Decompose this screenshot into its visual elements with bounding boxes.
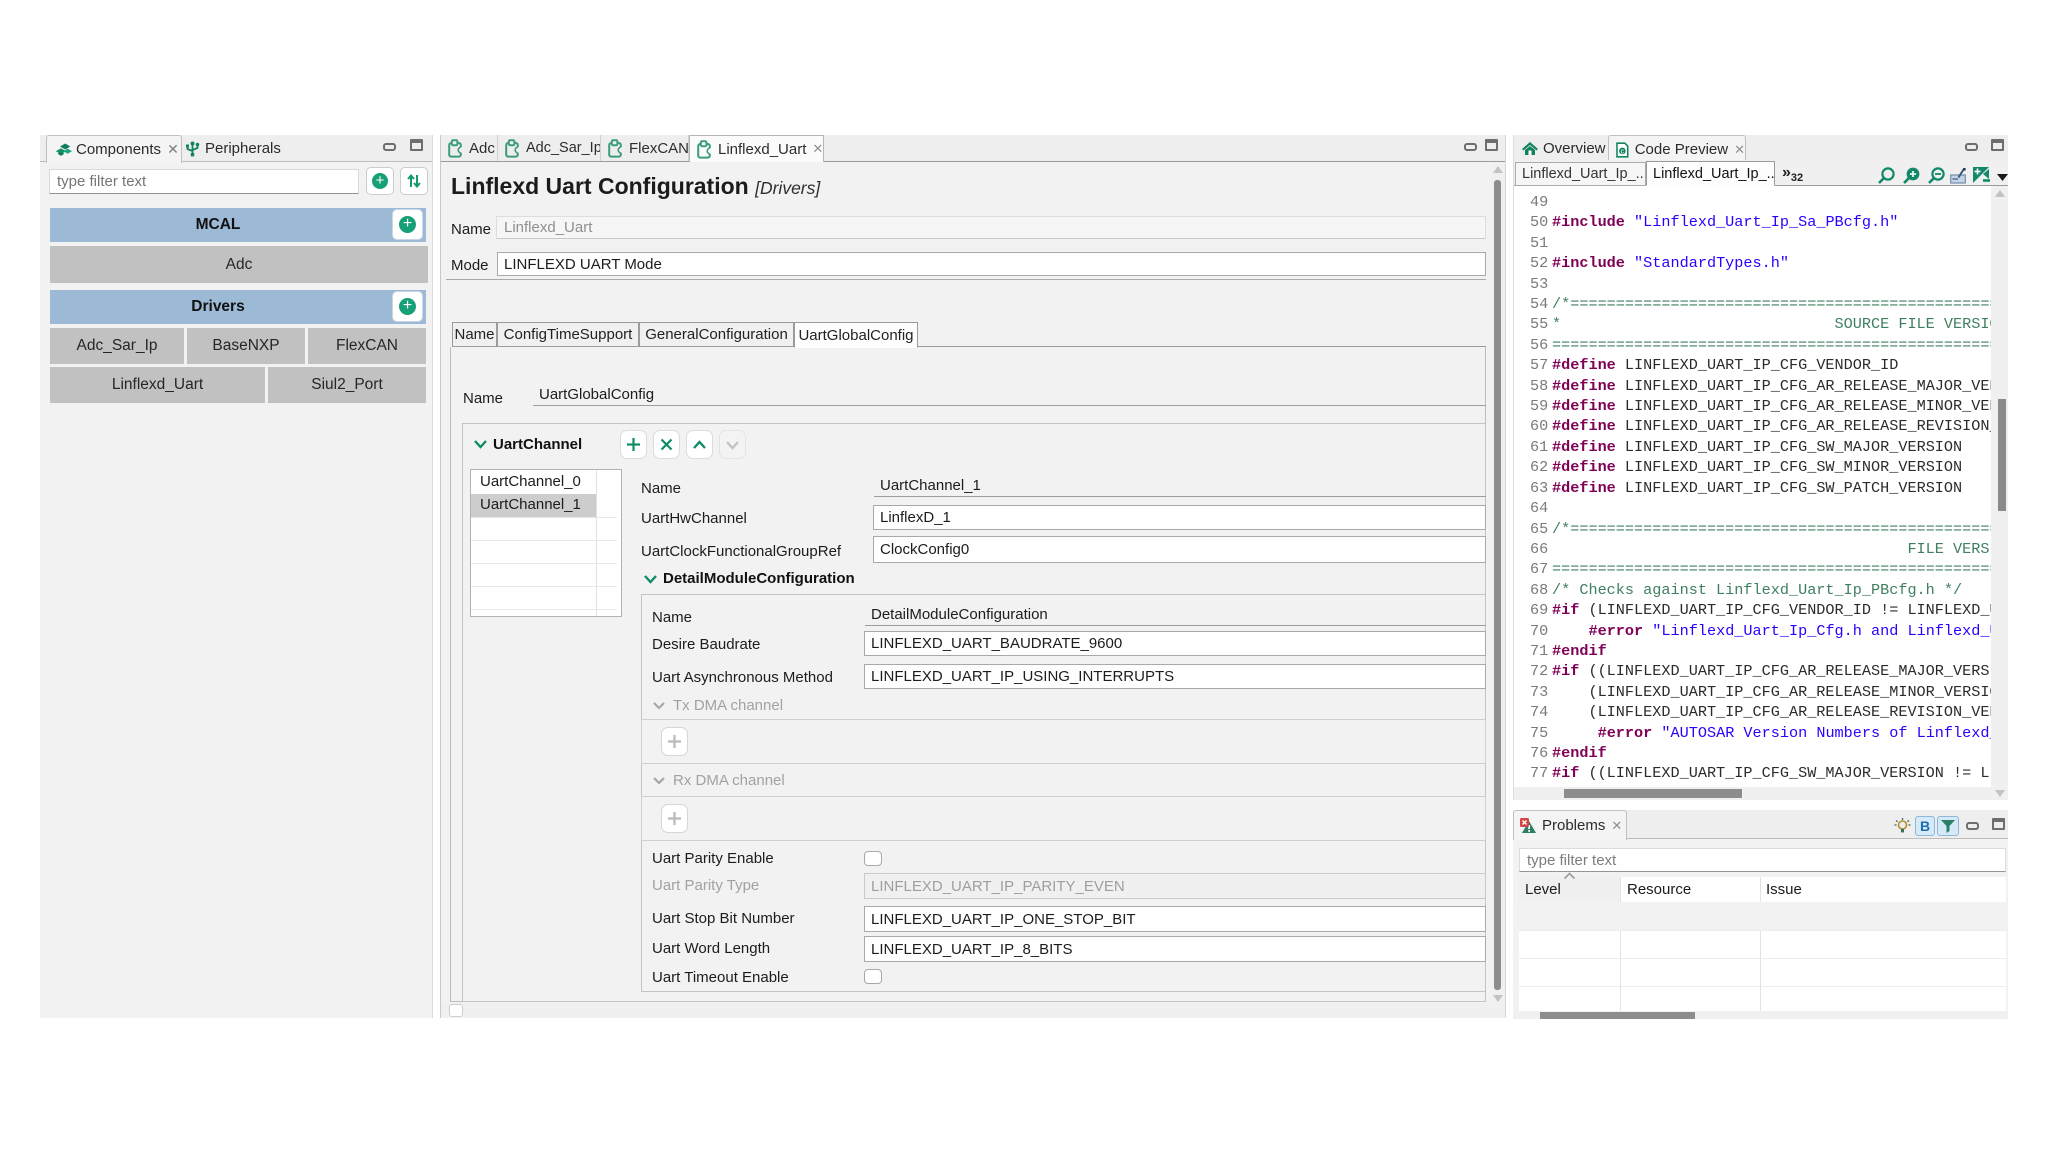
svg-text:c: c bbox=[1621, 146, 1625, 155]
